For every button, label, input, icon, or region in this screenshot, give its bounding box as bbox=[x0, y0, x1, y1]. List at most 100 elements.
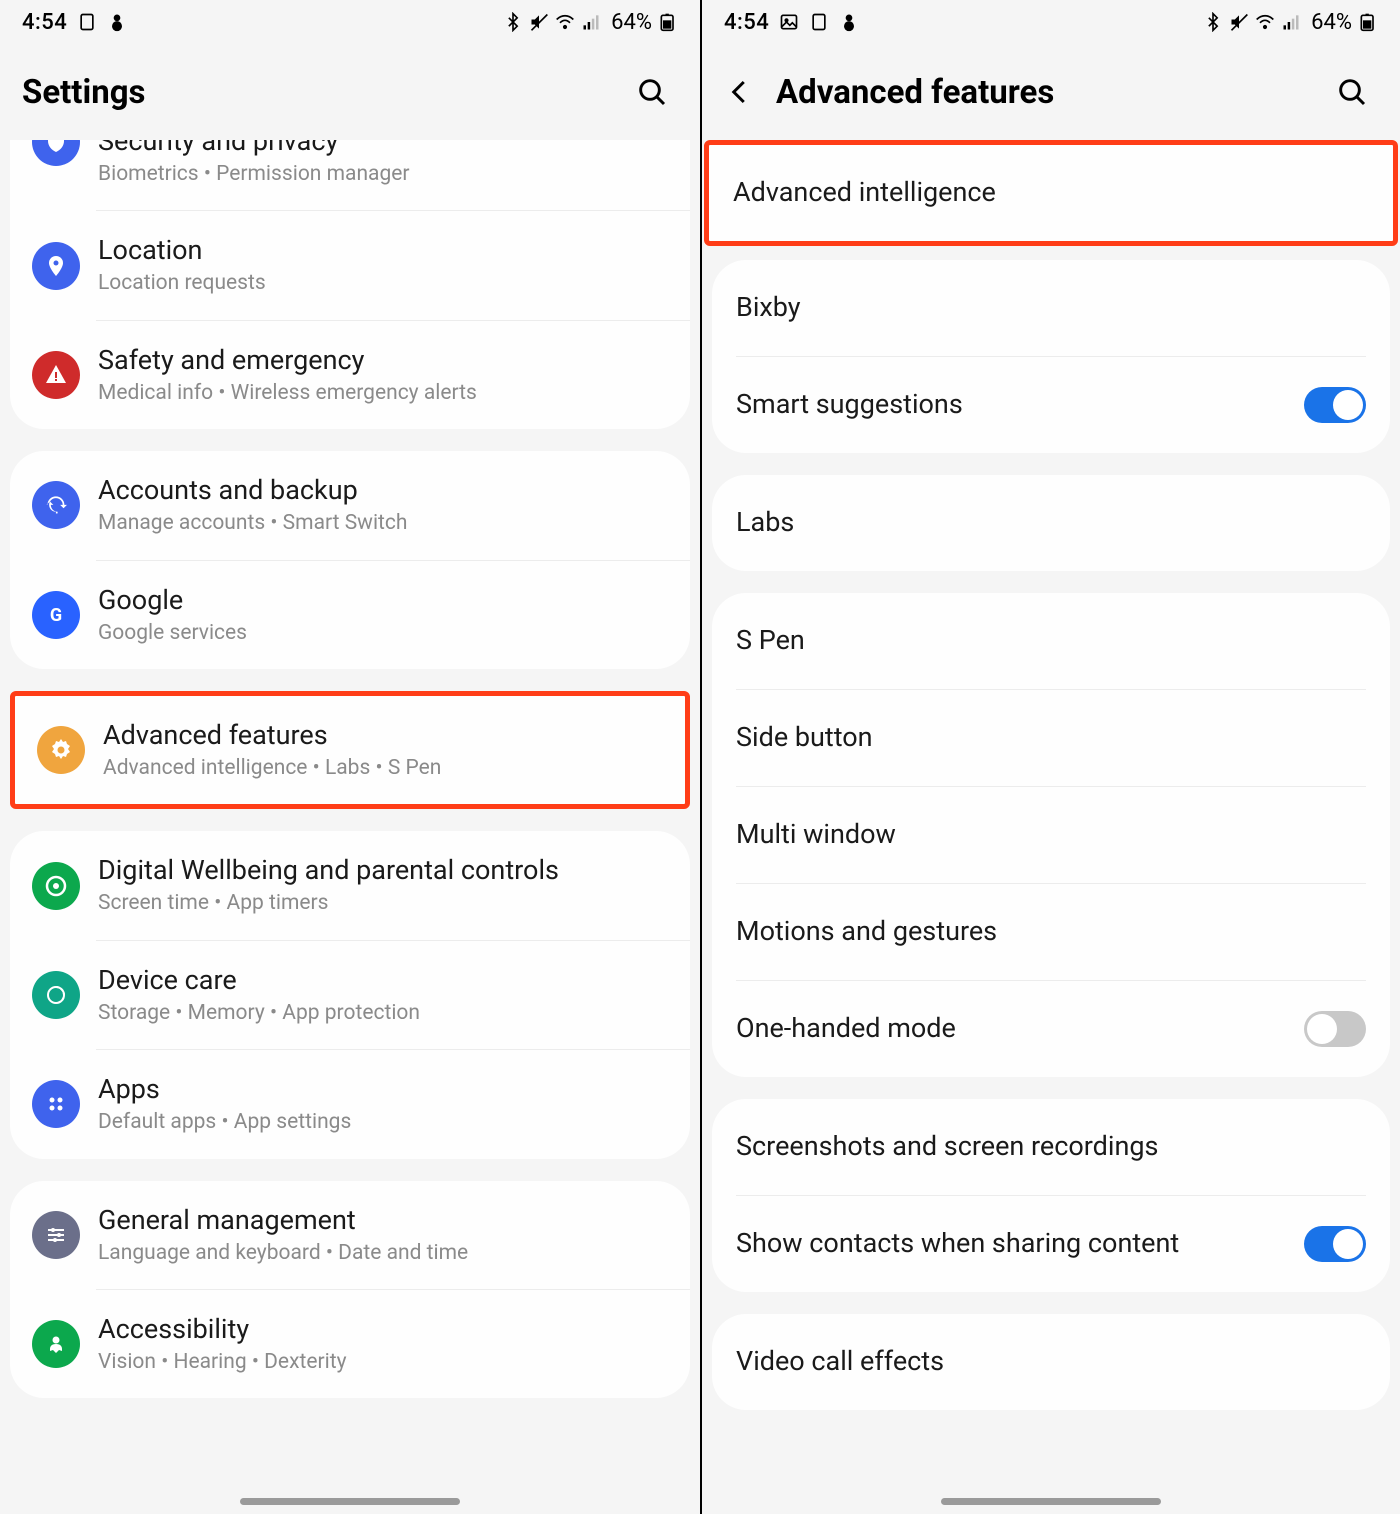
item-title: Side button bbox=[736, 720, 1366, 755]
search-button[interactable] bbox=[632, 72, 672, 112]
wifi-icon bbox=[555, 12, 575, 32]
item-title: Labs bbox=[736, 505, 1366, 540]
item-title: Safety and emergency bbox=[98, 343, 666, 378]
nav-pill[interactable] bbox=[240, 1498, 460, 1505]
mute-icon bbox=[529, 12, 549, 32]
feature-item-show-contacts-when-sharing-content[interactable]: Show contacts when sharing content bbox=[712, 1196, 1390, 1292]
feature-item-motions-and-gestures[interactable]: Motions and gestures bbox=[712, 884, 1390, 980]
toggle-smart-suggestions[interactable] bbox=[1304, 387, 1366, 423]
feature-group: Labs bbox=[712, 475, 1390, 571]
back-button[interactable] bbox=[724, 76, 756, 108]
nav-bar bbox=[0, 1488, 700, 1514]
gear-icon bbox=[37, 726, 85, 774]
item-subtitle: Google services bbox=[98, 620, 666, 647]
settings-group: Advanced featuresAdvanced intelligence •… bbox=[10, 691, 690, 809]
clock: 4:54 bbox=[22, 10, 67, 35]
feature-item-advanced-intelligence[interactable]: Advanced intelligence bbox=[709, 145, 1393, 241]
status-bar: 4:54 64% bbox=[702, 0, 1400, 44]
clock: 4:54 bbox=[724, 10, 769, 35]
settings-list[interactable]: Security and privacy Biometrics • Permiss… bbox=[0, 140, 700, 1488]
apps-icon bbox=[32, 1080, 80, 1128]
toggle-one-handed-mode[interactable] bbox=[1304, 1011, 1366, 1047]
feature-group: Video call effects bbox=[712, 1314, 1390, 1410]
item-title: Accounts and backup bbox=[98, 473, 666, 508]
item-title: Video call effects bbox=[736, 1344, 1366, 1379]
item-title: Digital Wellbeing and parental controls bbox=[98, 853, 666, 888]
search-button[interactable] bbox=[1332, 72, 1372, 112]
item-subtitle: Manage accounts • Smart Switch bbox=[98, 510, 666, 537]
settings-item-device-care[interactable]: Device careStorage • Memory • App protec… bbox=[10, 941, 690, 1049]
item-subtitle: Screen time • App timers bbox=[98, 890, 666, 917]
settings-item-apps[interactable]: AppsDefault apps • App settings bbox=[10, 1050, 690, 1158]
item-title: Multi window bbox=[736, 817, 1366, 852]
signal-icon bbox=[581, 12, 601, 32]
settings-item-google[interactable]: G GoogleGoogle services bbox=[10, 561, 690, 669]
status-bar: 4:54 64% bbox=[0, 0, 700, 44]
item-subtitle: Vision • Hearing • Dexterity bbox=[98, 1349, 666, 1376]
feature-item-bixby[interactable]: Bixby bbox=[712, 260, 1390, 356]
signal-icon bbox=[1281, 12, 1301, 32]
item-subtitle: Biometrics • Permission manager bbox=[98, 161, 666, 188]
location-icon bbox=[32, 242, 80, 290]
page-title: Advanced features bbox=[776, 73, 1312, 112]
snowman-icon bbox=[107, 12, 127, 32]
feature-item-one-handed-mode[interactable]: One-handed mode bbox=[712, 981, 1390, 1077]
settings-item-digital-wellbeing-and-parental-controls[interactable]: Digital Wellbeing and parental controlsS… bbox=[10, 831, 690, 939]
bluetooth-icon bbox=[503, 12, 523, 32]
bluetooth-icon bbox=[1203, 12, 1223, 32]
item-subtitle: Advanced intelligence • Labs • S Pen bbox=[103, 755, 661, 782]
settings-item-accessibility[interactable]: AccessibilityVision • Hearing • Dexterit… bbox=[10, 1290, 690, 1398]
image-icon bbox=[779, 12, 799, 32]
settings-group: General managementLanguage and keyboard … bbox=[10, 1181, 690, 1399]
settings-item-location[interactable]: LocationLocation requests bbox=[10, 211, 690, 319]
google-icon: G bbox=[32, 591, 80, 639]
svg-text:G: G bbox=[50, 605, 62, 626]
sliders-icon bbox=[32, 1211, 80, 1259]
battery-card-icon bbox=[809, 12, 829, 32]
feature-group: Screenshots and screen recordings Show co… bbox=[712, 1099, 1390, 1292]
feature-group: Bixby Smart suggestions bbox=[712, 260, 1390, 453]
item-subtitle: Location requests bbox=[98, 270, 666, 297]
item-title: Accessibility bbox=[98, 1312, 666, 1347]
settings-item-security-and-privacy[interactable]: Security and privacy Biometrics • Permiss… bbox=[10, 140, 690, 210]
advanced-features-list[interactable]: Advanced intelligence Bixby Smart suggesti… bbox=[702, 140, 1400, 1488]
battery-percent: 64% bbox=[1311, 10, 1352, 35]
feature-item-side-button[interactable]: Side button bbox=[712, 690, 1390, 786]
feature-item-video-call-effects[interactable]: Video call effects bbox=[712, 1314, 1390, 1410]
item-title: Screenshots and screen recordings bbox=[736, 1129, 1366, 1164]
person-icon bbox=[32, 1320, 80, 1368]
item-title: General management bbox=[98, 1203, 666, 1238]
toggle-show-contacts-when-sharing-content[interactable] bbox=[1304, 1226, 1366, 1262]
item-title: Advanced intelligence bbox=[733, 175, 1369, 210]
feature-item-screenshots-and-screen-recordings[interactable]: Screenshots and screen recordings bbox=[712, 1099, 1390, 1195]
settings-item-general-management[interactable]: General managementLanguage and keyboard … bbox=[10, 1181, 690, 1289]
feature-group: Advanced intelligence bbox=[704, 140, 1398, 246]
item-subtitle: Medical info • Wireless emergency alerts bbox=[98, 380, 666, 407]
phone-left: 4:54 64% Settings Security and privacy Bi… bbox=[0, 0, 700, 1514]
item-title: S Pen bbox=[736, 623, 1366, 658]
item-title: Apps bbox=[98, 1072, 666, 1107]
settings-group: Accounts and backupManage accounts • Sma… bbox=[10, 451, 690, 669]
item-title: Smart suggestions bbox=[736, 387, 1292, 422]
item-title: Show contacts when sharing content bbox=[736, 1226, 1292, 1261]
item-title: Google bbox=[98, 583, 666, 618]
item-title: Security and privacy bbox=[98, 140, 666, 159]
feature-item-s-pen[interactable]: S Pen bbox=[712, 593, 1390, 689]
sync-icon bbox=[32, 481, 80, 529]
nav-pill[interactable] bbox=[941, 1498, 1161, 1505]
item-subtitle: Language and keyboard • Date and time bbox=[98, 1240, 666, 1267]
feature-item-labs[interactable]: Labs bbox=[712, 475, 1390, 571]
settings-item-safety-and-emergency[interactable]: Safety and emergencyMedical info • Wirel… bbox=[10, 321, 690, 429]
settings-item-accounts-and-backup[interactable]: Accounts and backupManage accounts • Sma… bbox=[10, 451, 690, 559]
page-title: Settings bbox=[22, 73, 612, 112]
battery-card-icon bbox=[77, 12, 97, 32]
item-subtitle: Storage • Memory • App protection bbox=[98, 1000, 666, 1027]
feature-item-smart-suggestions[interactable]: Smart suggestions bbox=[712, 357, 1390, 453]
snowman-icon bbox=[839, 12, 859, 32]
feature-item-multi-window[interactable]: Multi window bbox=[712, 787, 1390, 883]
settings-item-advanced-features[interactable]: Advanced featuresAdvanced intelligence •… bbox=[15, 696, 685, 804]
shield-icon bbox=[32, 140, 80, 166]
battery-icon bbox=[1358, 12, 1378, 32]
nav-bar bbox=[702, 1488, 1400, 1514]
alert-icon bbox=[32, 351, 80, 399]
